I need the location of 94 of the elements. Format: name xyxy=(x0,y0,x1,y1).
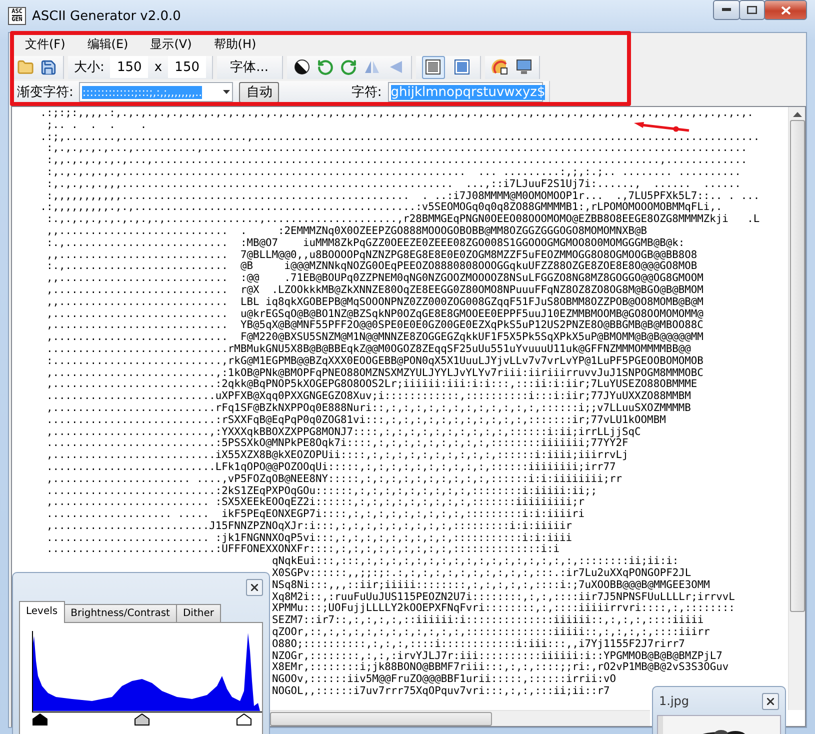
ascii-art-line: ...........................:2kS1ZEqPXPOqGOu::::::,:,:,:,:,:,:,:,:,:,::::::::i:iiiii:ii;; xyxy=(46,486,598,496)
close-button[interactable] xyxy=(764,0,807,20)
ascii-art-line: Xq8M2i::,:ruuFuUuJUS115PEOZN2U7i::::::::,:,:,::::iir7J5NPNSFUuLLLLr;irrvvL xyxy=(272,592,735,603)
close-button[interactable] xyxy=(762,692,779,710)
ascii-art-line: ,............................ YB@5qX@B@MNF55PFF2O@@0SPE0E0E0GZ00GE0EZXqPkS5uP12US2PNZE8O@BBGMB@B@MBOO88C xyxy=(46,320,704,332)
scrollbar-thumb[interactable] xyxy=(790,120,804,612)
ascii-art-line: ,,........................... :@@ .71EB@BOUPq0ZZPNEM0qNG0NZGOOZMOOOOZ8NSuLFGGZO8NG8MZ8GOGGO@@OG8GMOOM xyxy=(46,273,704,285)
ascii-art-line: ,,........................... LBL iq8qkXGOBEPB@MqSOOONPNZ0ZZ000ZOG008GZqqF51FJuS8OBMM8OZZPOB@OO8MOMB@B@M xyxy=(46,296,704,309)
palette-icon[interactable] xyxy=(490,58,508,76)
minimize-icon xyxy=(722,8,731,12)
horizontal-scrollbar[interactable] xyxy=(270,710,650,726)
size-label: 大小: xyxy=(74,59,104,76)
close-button[interactable] xyxy=(246,578,263,596)
ascii-art-line: ...........................:UFFFONEXXONXFr::::,:,:,:,:,:,:,:,:,:,::::::::::::::i:i xyxy=(46,544,560,556)
tab[interactable]: Dither xyxy=(176,604,221,623)
ascii-art-line: ,..........................,:1kOB@PNk@BMOPFqPNEO88OMZNSXMZYULJYYLJvYLYv7riii:iiriiirruvvJuJ1SNPOGM8MMMOBC xyxy=(46,368,704,379)
ascii-art-line: O88O;::::::::::,:,:,:,::::i::::::::::::i:iii:::,,i7Yj1155F2J7rirr7 xyxy=(272,638,685,651)
ascii-art-line: ,............................ u@krEGSqO@B@BO1NZ@BZSqkNP0OZqGE8E8GMOOEE0EPPF5uuJ10EZMMBMOOMB@GO8OOMOMOMM@ xyxy=(46,308,704,320)
ascii-art-line: X0SGPv::::::,,;;:;:.:,:,:,:,:,:,:,:,:,:,:,:::.:ir7Lu2uXXqPONGOPF2JL xyxy=(272,568,692,580)
ascii-art-line: ,..........................iX55XZX8B@kXEOZOPUii::::,:,:,:,:,:,:,:,:,:,:,::::::i:iiii;iiirrvLj xyxy=(46,450,628,462)
ascii-art-line: X8EMr,::::::::i;jk88BONO@BBMF7riii:::,:,:,::::;;ri:,rO2vP1MB@B@2vS3S3OGuv xyxy=(272,662,729,674)
vertical-scrollbar[interactable] xyxy=(788,107,805,710)
monitor-icon[interactable] xyxy=(514,58,532,76)
slider-handle[interactable] xyxy=(236,713,252,726)
ascii-art-line: NOGOL,,::::::i7uv7rrr75XqOPquv7vri:::,:,:,:::ii;ii::r7 xyxy=(272,686,610,698)
ascii-art-line: ,..........................rFq1SF@BZkNXPPOq0E888Nuri::,:,:,:,:,:,:,:,:,:,:,:,:,::::::i;;v7LLuuSXOZMMMMB xyxy=(46,402,691,415)
rotate-right-icon[interactable] xyxy=(340,58,356,76)
window-title: 1.jpg xyxy=(659,694,690,708)
ascii-art-line: .:,,,,,,,,,.,.,.............................................:v5SEOMOGq0q0q8ZO88GMMMMB1:,rLPOMOMOOOMOBMMqFLi,. xyxy=(39,202,722,214)
contrast-icon[interactable] xyxy=(292,58,310,76)
tab[interactable]: Levels xyxy=(19,601,65,623)
ascii-art-line: qNqkEui:::,:::,:,:,:,:,:,:,:,:,:,:,:,:,:,:,:,:,:,::::::::ii;ii:i: xyxy=(272,556,679,568)
scrollbar-thumb[interactable] xyxy=(270,712,492,726)
ascii-art-line: :,.,.,.,.,.,....................................................... ... .........:,;,:.;.. ........ .......... xyxy=(46,166,741,179)
text-lines-icon xyxy=(425,59,441,75)
ascii-art-line: ;.. . . . . xyxy=(46,120,147,132)
slider-handle[interactable] xyxy=(134,713,150,726)
ascii-art-line: ,............................ r@X .LZOOkkkMB@ZkXNNZE80OqZE8EEGG0Z80OMO8NPuuuFFqNZ8OZ8ZO8OG8M@BGO@B@BMOM xyxy=(46,284,704,297)
ascii-art-line: .:;,........,....................,................................................................................. xyxy=(39,132,760,144)
menu-item[interactable]: 帮助(H) xyxy=(214,36,256,53)
maximize-icon xyxy=(747,6,757,14)
times-label: x xyxy=(154,60,162,74)
dropdown-arrow-icon xyxy=(223,90,230,94)
ascii-art-line: :...........................,rkG@M1EGPMB@@BZqXXX0EOOGEBB@PON0qX5X1UuuLJYjvLLv7v7vrLvYP@1LuPF5PGEOOBOMOMOB xyxy=(46,356,704,368)
rotate-left-icon[interactable] xyxy=(316,58,334,76)
ascii-art-line: NSq8Ni:::,,,::iir;iiiii::::::::,:,:,:,:,:,::::i:;7uXOOBB@@@B@MMGEE3OMM xyxy=(272,580,710,592)
ascii-art-line: ...........................:rSXXFqB@EqPqP0q0ZOG81vi:::,:,:,:,:,:,:,:,:,:,:,:,:::::::ir;77vLU1kOOMBM xyxy=(46,414,666,427)
ascii-art-line: qZOOr,::,:,:,:,:,:,:,:,:,:,:,:,::::::::::::::iiiii::,:,:,:,:,::::iiirr xyxy=(272,627,710,639)
ascii-art-line: .:;:;:,,,,.:,.,.,.,.,.,.,.,.,.,.,.,.,.,.,.,.,.,.,.,.,.,.,.,.,.,.,.,.,.,.,.,.,.,.,.,.,.,.,.,.,.,.,.,.,.,.,.,.,.,.,. xyxy=(39,108,754,120)
slider-handle[interactable] xyxy=(32,713,48,726)
menu-item[interactable]: 文件(F) xyxy=(25,36,66,53)
characters-label: 字符: xyxy=(351,84,382,101)
ascii-art-line: :.,.......................... :MB@O7 iuMMM8ZkPqGZZ0OEEZE0ZEEE08ZGO008S1GGOOOGMGMOO8O0MOMGGGMB@B@k: xyxy=(46,238,685,250)
ascii-art-line: ,.........................,:YXXXqkBBOXZXPPG8MONJ7::::,:,:,:,:,:,:,:,:,:,:,::::::i:ii;irrLLjjSqC xyxy=(46,426,641,438)
menu-item[interactable]: 编辑(E) xyxy=(87,36,128,53)
ascii-art-line: ,...................... ....,vP5FOZqOB@NEE8NY:::::,:,:,:,:,:,:,:,:,:,:,::::::i:i:iiiiiiii;rr xyxy=(46,474,622,486)
ascii-art-line: ,............................ F@M220@BXSU5SNZM@M1N@@MNNZE8ZOGGEGZqkkUF1F5X5Pk5SqXPkX5uP@BMOMM@B@B@@@@@MM xyxy=(46,332,704,344)
ascii-art-line: ...........................:5PSSXkO@MNPkPE8Oqk7i::::,:,:,:,:,:,:,:,:,:,::::::::iiiiiii;77YY2F xyxy=(46,438,628,450)
annotation-arrow xyxy=(634,122,690,132)
menu-item[interactable]: 显示(V) xyxy=(150,36,192,53)
tab[interactable]: Brightness/Contrast xyxy=(64,604,177,623)
close-icon xyxy=(780,6,790,14)
auto-button[interactable]: 自动 xyxy=(239,82,280,102)
ascii-art-line: ,,........................... . :2EMMMZNq0X0OZEEPZGO888MOOOGOBOBB@MM8OZGGZGGGOGO8MOMOMNXB@B xyxy=(46,226,648,238)
scroll-up-arrow-icon[interactable] xyxy=(792,112,802,118)
maximize-button[interactable] xyxy=(739,0,765,20)
ascii-art-line: ...........................LFk1qOPO@@POZOOqUi:::::,:,:,:,:,:,:,:,:,:,:,::::::iiiiiiii;irr77 xyxy=(46,462,616,474)
ascii-art-line: .......................... :jk1FNGNNXOqP5vi:::,:,:,:,:,:,:,:,:,:,:::::::::::i:i:iiii xyxy=(46,532,572,544)
ascii-art-line: SEZM7::ir7::,:,:,:,:,::iiiiii:i::::::::::::::iiiiii::,:,:,:,::::iiiii xyxy=(272,615,704,627)
ascii-art-line: .................... ..... ikF5PEqEONXEGP7i::::,:,:,:,:,:,:,:,:,:,:::::::::i:i:iiiiri xyxy=(46,509,585,521)
minimize-button[interactable] xyxy=(713,0,740,20)
window-icon xyxy=(454,59,470,75)
window-title: ASCII Generator v2.0.0 xyxy=(32,8,182,24)
ascii-art-line: .............................rMBMukGNU5X8B@B@BBEqkZ@@M0OGOZ8ZEqqSF25uUu551uYvuuuU11uk@GFFNZMMMOMMMMBB@@ xyxy=(46,344,691,356)
height-field[interactable]: 150 xyxy=(168,56,206,78)
close-icon xyxy=(767,698,774,704)
close-icon xyxy=(251,584,258,590)
width-field[interactable]: 150 xyxy=(110,56,148,78)
ascii-art-line: :.,.,.,.,.,.,.,.,.,...............,.....................,r28BMMGEqPNGN0OEEO08OOOMOMO@EZBB8O8EEGE8OZG8MMMMZkji .L xyxy=(46,214,760,226)
ascii-art-line: :,.,.,.,.,...,..........,....................................................................................... xyxy=(46,143,748,156)
ascii-art-line: ...........................uXPFXB@Xqq0PXXGNGEGZO8Xuv;i::::::::::::,::::::::::i:::i:iir;77JYuUXXZO88MMBM xyxy=(46,391,691,403)
ascii-art-line: ,,........................... 7@BLLM@@0,,u8BOOOOPqNZNZPG8EG8E8E0E0ZOGM8MZZF5uFEOZMMOGG8O8OGMOOGB@@BB8O8 xyxy=(46,250,698,261)
ascii-art-line: :,.,.,.,.,,,..................................................... ...,::i7LJuuF2S1Uj7i:......, ...... ...... xyxy=(46,178,741,191)
ascii-art-line: :,,.,.,.,.,.,...,.................................................................................,............. xyxy=(46,155,748,167)
ascii-art-line: ,.........................J15FNNZPZNOqXJr:i:::,:,:,:,:,:,:,:,:,:,:::::::::i:i:iiiiir xyxy=(46,520,572,533)
ascii-art-line: ,..........................:2qkk@BqPNOP5kXOGEPG8O8OOS2Lr;iiiiii:iii:i:i:::,:::ii:i:iir;7LuYUSEZO88OBMMME xyxy=(46,379,698,391)
ascii-art-line: ,......................... :SX5XEEkEOOqEZ2i::::::,:,:,:,:,:,:,:,:,:,:::::::iiiiiiiii;r xyxy=(46,497,585,509)
ascii-art-line: XPMMu:::;UOFujjLLLLY2kOOEPXFNqFvri::::::::,:,::::iiiiirrvri::::,:,:::::::: xyxy=(272,603,735,615)
ascii-art-line: NZOGr,::::::::,:,:,:irvYJLJ7r:iii::::::::::iiiiii:i::YPGMMOB@B@B@BMZPjL7 xyxy=(272,650,722,662)
ramp-label: 渐变字符: xyxy=(17,84,74,101)
ascii-art-line: :.,.......................... @B i@@@MZNNkqNOZG0OEqPEEOZO8880808OOOGGqkuUFZZ88OZGE8ZOE8E8O@@@GO8MOB xyxy=(46,261,698,273)
ascii-art-line: :,,,,,,,,,,,.............................................. . ..:i7J08MMMM@M0OMOMOOP1r... .,7LU5PFXk5L7::.. . ... xyxy=(46,190,760,202)
view-toggle-button[interactable] xyxy=(422,56,444,78)
ascii-art-line: NGOOv,::::::iiv5M@@FruZO@@@BBF1urii:::::,::::::irrii:vO xyxy=(272,674,616,686)
